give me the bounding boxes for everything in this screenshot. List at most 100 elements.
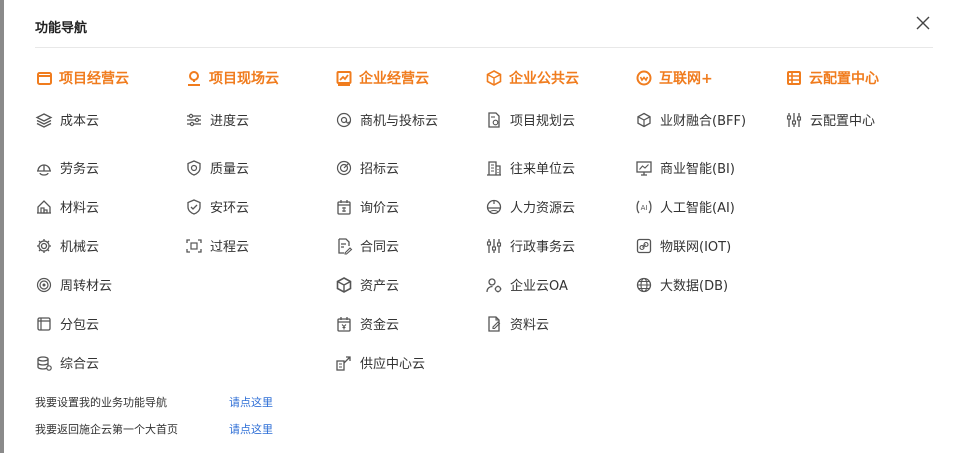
nav-item-label: 询价云 bbox=[360, 201, 400, 216]
nav-item[interactable]: 成本云 bbox=[35, 109, 185, 130]
nav-item[interactable]: 资料云 bbox=[485, 304, 635, 343]
target-icon bbox=[335, 159, 353, 177]
nav-column-header[interactable]: 企业公共云 bbox=[485, 66, 635, 90]
nav-item-label: 企业云OA bbox=[510, 279, 568, 294]
nav-column-5: 互联网+ 业财融合(BFF) 商业智能(BI) AI 人工智能(AI) 物联网(IOT) 大… bbox=[635, 66, 785, 304]
nav-item-list: 业财融合(BFF) 商业智能(BI) AI 人工智能(AI) 物联网(IOT) 大数据(D… bbox=[635, 109, 785, 304]
nav-item[interactable]: 资产云 bbox=[335, 265, 485, 304]
nav-item[interactable]: 物联网(IOT) bbox=[635, 226, 785, 265]
nav-item[interactable]: 机械云 bbox=[35, 226, 185, 265]
nav-item[interactable]: 分包云 bbox=[35, 304, 185, 343]
nav-item[interactable]: 商机与投标云 bbox=[335, 109, 485, 130]
location-icon bbox=[185, 69, 203, 87]
building-icon bbox=[485, 159, 503, 177]
nav-item[interactable]: 综合云 bbox=[35, 343, 185, 382]
nav-item[interactable]: 询价云 bbox=[335, 187, 485, 226]
nav-item-label: 合同云 bbox=[360, 240, 400, 255]
database-icon bbox=[35, 354, 53, 372]
calendar-money-icon bbox=[335, 315, 353, 333]
nav-item-label: 商机与投标云 bbox=[360, 114, 439, 129]
nav-column-2: 项目现场云进度云质量云安环云过程云 bbox=[185, 66, 335, 265]
nav-item[interactable]: 周转材云 bbox=[35, 265, 185, 304]
nav-item[interactable]: 行政事务云 bbox=[485, 226, 635, 265]
nav-item[interactable]: 商业智能(BI) bbox=[635, 148, 785, 187]
nav-item[interactable]: 劳务云 bbox=[35, 148, 185, 187]
nav-item-label: 过程云 bbox=[210, 240, 250, 255]
at-icon bbox=[335, 111, 353, 129]
nav-item-label: 分包云 bbox=[60, 318, 100, 333]
nav-item[interactable]: 供应中心云 bbox=[335, 343, 485, 382]
nav-item[interactable]: 资金云 bbox=[335, 304, 485, 343]
box-stack-icon bbox=[35, 198, 53, 216]
shield-check-icon bbox=[185, 198, 203, 216]
nav-item[interactable]: 质量云 bbox=[185, 148, 335, 187]
nav-column-header-label: 项目经营云 bbox=[59, 71, 129, 87]
nav-item-label: 项目规划云 bbox=[510, 114, 576, 129]
nav-item-list: 商机与投标云 招标云询价云合同云资产云资金云供应中心云 bbox=[335, 109, 485, 382]
nav-item-label: 综合云 bbox=[60, 357, 100, 372]
nav-column-header-label: 项目现场云 bbox=[209, 71, 279, 87]
nav-column-header-label: 云配置中心 bbox=[809, 71, 879, 87]
nav-item-label: 资产云 bbox=[360, 279, 400, 294]
nav-item-label: 材料云 bbox=[60, 201, 100, 216]
document-chart-icon bbox=[485, 111, 503, 129]
folder-icon bbox=[35, 69, 53, 87]
nav-item-list: 成本云劳务云材料云机械云 周转材云分包云综合云 bbox=[35, 109, 185, 382]
nav-column-header[interactable]: 云配置中心 bbox=[785, 66, 935, 90]
close-icon[interactable] bbox=[912, 12, 934, 34]
helmet-icon bbox=[35, 159, 53, 177]
nav-item[interactable]: 业财融合(BFF) bbox=[635, 109, 785, 130]
tuning-icon bbox=[785, 111, 803, 129]
nav-column-header[interactable]: 互联网+ bbox=[635, 66, 785, 90]
nav-item-label: 行政事务云 bbox=[510, 240, 576, 255]
nav-item-label: 资金云 bbox=[360, 318, 400, 333]
nav-item[interactable]: 往来单位云 bbox=[485, 148, 635, 187]
nav-column-header[interactable]: 项目现场云 bbox=[185, 66, 335, 90]
nav-item-label: 往来单位云 bbox=[510, 162, 576, 177]
cube-outline-icon bbox=[635, 111, 653, 129]
document-edit-icon bbox=[335, 237, 353, 255]
nav-item[interactable]: 企业云OA bbox=[485, 265, 635, 304]
nav-item[interactable]: 材料云 bbox=[35, 187, 185, 226]
file-edit-icon bbox=[485, 315, 503, 333]
nav-item-label: 大数据(DB) bbox=[660, 279, 729, 294]
return-home-link[interactable]: 请点这里 bbox=[229, 421, 273, 437]
nav-column-6: 云配置中心 云配置中心 bbox=[785, 66, 935, 148]
nav-item-label: 招标云 bbox=[360, 162, 400, 177]
cube-icon bbox=[335, 276, 353, 294]
nav-item[interactable]: AI 人工智能(AI) bbox=[635, 187, 785, 226]
nav-item-label: 安环云 bbox=[210, 201, 250, 216]
nav-item[interactable]: 云配置中心 bbox=[785, 109, 935, 130]
nav-item-label: 质量云 bbox=[210, 162, 250, 177]
nav-item-label: 云配置中心 bbox=[810, 114, 876, 129]
nav-item-label: 供应中心云 bbox=[360, 357, 426, 372]
nav-column-header-label: 企业经营云 bbox=[359, 71, 429, 87]
footer-text: 我要设置我的业务功能导航 bbox=[35, 396, 167, 409]
nav-item-label: 人工智能(AI) bbox=[660, 201, 735, 216]
nav-item-list: 进度云质量云安环云过程云 bbox=[185, 109, 335, 265]
user-gear-icon bbox=[485, 276, 503, 294]
footer-row-setup: 我要设置我的业务功能导航 请点这里 bbox=[35, 394, 273, 410]
nav-item-label: 业财融合(BFF) bbox=[660, 114, 747, 129]
nav-item[interactable]: 进度云 bbox=[185, 109, 335, 130]
link-icon bbox=[635, 237, 653, 255]
nav-column-header[interactable]: 企业经营云 bbox=[335, 66, 485, 90]
nav-item[interactable]: 过程云 bbox=[185, 226, 335, 265]
nav-item[interactable]: 大数据(DB) bbox=[635, 265, 785, 304]
nav-item[interactable]: 安环云 bbox=[185, 187, 335, 226]
svg-text:AI: AI bbox=[641, 204, 648, 212]
nav-item[interactable]: 人力资源云 bbox=[485, 187, 635, 226]
nav-item[interactable]: 招标云 bbox=[335, 148, 485, 187]
setup-navigation-link[interactable]: 请点这里 bbox=[229, 394, 273, 410]
nav-column-header[interactable]: 项目经营云 bbox=[35, 66, 185, 90]
nav-item[interactable]: 项目规划云 bbox=[485, 109, 635, 130]
nav-item[interactable]: 合同云 bbox=[335, 226, 485, 265]
chart-icon bbox=[335, 69, 353, 87]
nav-item-label: 成本云 bbox=[60, 114, 100, 129]
tuning-icon bbox=[485, 237, 503, 255]
layers-icon bbox=[35, 111, 53, 129]
nav-item-list: 云配置中心 bbox=[785, 109, 935, 130]
film-icon bbox=[785, 69, 803, 87]
web-icon bbox=[635, 69, 653, 87]
cycle-icon bbox=[35, 276, 53, 294]
